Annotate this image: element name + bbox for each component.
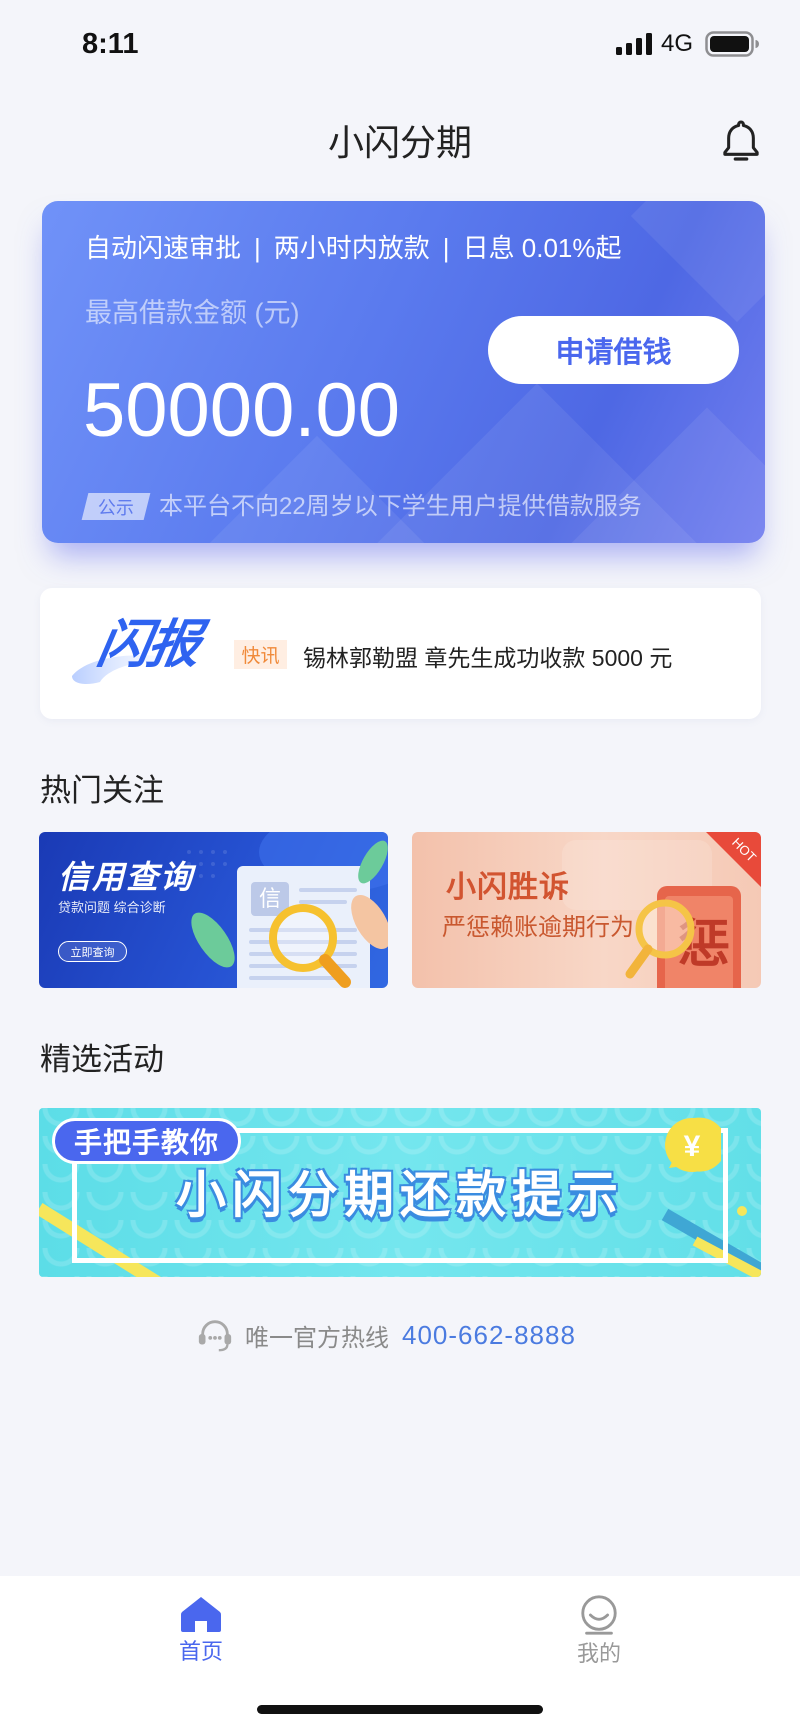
tab-home-label: 首页 (178, 1639, 223, 1664)
bell-icon (723, 120, 759, 161)
hotline-label: 唯一官方热线 (245, 1324, 389, 1352)
news-ticker-card[interactable]: 闪报 快讯 锡林郭勒盟 章先生成功收款 5000 元 (40, 588, 761, 719)
feature-separator: | (442, 233, 450, 263)
lawsuit-win-banner[interactable]: 惩 HOT 小闪胜诉 严惩赖账逾期行为 (412, 832, 761, 988)
lawsuit-win-title: 小闪胜诉 (446, 871, 570, 904)
credit-check-button[interactable]: 立即查询 (58, 941, 127, 962)
tab-home[interactable]: 首页 (141, 1594, 261, 1678)
feature-item: 两小时内放款 (273, 233, 430, 263)
hotline-row: 唯一官方热线 400-662-8888 (196, 1316, 576, 1354)
battery-icon (705, 31, 759, 57)
loan-offer-card: 自动闪速审批 | 两小时内放款 | 日息 0.01%起 最高借款金额 (元) 50000… (42, 201, 765, 543)
credit-check-subtitle: 贷款问题 综合诊断 (58, 900, 166, 915)
card-pattern-shape (630, 201, 765, 323)
banner-tag: 手把手教你 (52, 1118, 241, 1164)
hot-section-title: 热门关注 (40, 773, 164, 808)
tab-profile-label: 我的 (576, 1641, 621, 1666)
news-badge: 快讯 (234, 640, 287, 669)
profile-icon (581, 1595, 617, 1635)
coin-icon: ¥ (665, 1117, 721, 1172)
notice-badge: 公示 (81, 493, 151, 520)
feature-highlights: 自动闪速审批 | 两小时内放款 | 日息 0.01%起 (85, 234, 622, 262)
banner-headline: 小闪分期还款提示 (176, 1167, 624, 1223)
magnifier-phone-icon: 惩 HOT (562, 832, 761, 988)
hotline-number-link[interactable]: 400-662-8888 (402, 1320, 576, 1351)
home-icon (181, 1597, 221, 1632)
repayment-tips-banner[interactable]: 手把手教你 小闪分期还款提示 ¥ (39, 1108, 761, 1277)
notice-badge-label: 公示 (98, 497, 134, 518)
document-stamp: 信 (259, 887, 281, 912)
news-message: 锡林郭勒盟 章先生成功收款 5000 元 (303, 645, 673, 671)
max-amount-label: 最高借款金额 (元) (85, 298, 300, 328)
status-time: 8:11 (82, 28, 139, 60)
activity-section-title: 精选活动 (40, 1042, 164, 1077)
credit-check-banner[interactable]: 信 信用查询 贷款问题 综合诊断 立即查询 (39, 832, 388, 988)
apply-loan-button[interactable]: 申请借钱 (488, 316, 739, 384)
notice-text: 本平台不向22周岁以下学生用户提供借款服务 (159, 493, 642, 520)
home-indicator (257, 1705, 543, 1714)
tab-profile[interactable]: 我的 (539, 1594, 659, 1678)
news-logo: 闪报 (92, 616, 204, 674)
feature-item: 自动闪速审批 (85, 233, 242, 263)
network-type: 4G (661, 30, 694, 57)
coin-symbol: ¥ (684, 1130, 701, 1163)
signal-bars-icon (616, 33, 652, 55)
credit-check-title: 信用查询 (58, 859, 195, 895)
headset-icon (198, 1320, 232, 1352)
notification-button[interactable] (720, 116, 762, 166)
page-title: 小闪分期 (327, 122, 472, 163)
max-amount-value: 50000.00 (83, 368, 400, 453)
feature-separator: | (254, 233, 261, 263)
lawsuit-win-subtitle: 严惩赖账逾期行为 (442, 914, 634, 941)
feature-item: 日息 0.01%起 (462, 233, 622, 263)
